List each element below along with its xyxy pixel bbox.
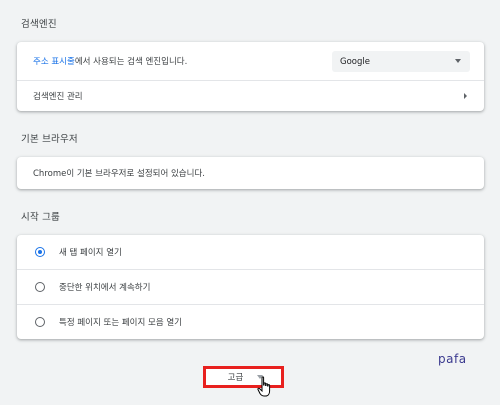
search-engine-card: 주소 표시줄 에서 사용되는 검색 엔진입니다. Google 검색엔진 관리 xyxy=(17,42,484,111)
chevron-down-icon xyxy=(455,59,461,63)
search-engine-description: 에서 사용되는 검색 엔진입니다. xyxy=(74,57,188,67)
watermark-text: pafa xyxy=(438,352,467,366)
manage-search-engines-label: 검색엔진 관리 xyxy=(33,92,83,102)
radio-checked-icon[interactable] xyxy=(35,247,45,257)
default-browser-status: Chrome이 기본 브라우저로 설정되어 있습니다. xyxy=(33,169,205,179)
startup-option-continue[interactable]: 중단한 위치에서 계속하기 xyxy=(17,269,484,304)
manage-search-engines-row[interactable]: 검색엔진 관리 xyxy=(17,80,484,111)
radio-unchecked-icon[interactable] xyxy=(35,317,45,327)
chevron-right-icon xyxy=(464,93,467,99)
startup-card: 새 탭 페이지 열기 중단한 위치에서 계속하기 특정 페이지 또는 페이지 모… xyxy=(17,235,484,339)
address-bar-link[interactable]: 주소 표시줄 xyxy=(33,55,75,67)
search-engine-selected-value: Google xyxy=(340,56,370,67)
startup-option-label: 새 탭 페이지 열기 xyxy=(59,248,122,258)
default-browser-section-title: 기본 브라우저 xyxy=(21,134,78,145)
startup-option-specific-pages[interactable]: 특정 페이지 또는 페이지 모음 열기 xyxy=(17,304,484,339)
hand-cursor-icon xyxy=(257,376,271,397)
search-engine-select[interactable]: Google xyxy=(332,51,470,72)
radio-unchecked-icon[interactable] xyxy=(35,282,45,292)
default-browser-card: Chrome이 기본 브라우저로 설정되어 있습니다. xyxy=(17,157,484,189)
startup-section-title: 시작 그룹 xyxy=(21,212,60,223)
startup-option-new-tab[interactable]: 새 탭 페이지 열기 xyxy=(17,235,484,269)
advanced-button-label: 고급 xyxy=(227,373,244,383)
search-engine-row: 주소 표시줄 에서 사용되는 검색 엔진입니다. Google xyxy=(17,42,484,80)
search-engine-section-title: 검색엔진 xyxy=(21,19,57,30)
default-browser-row: Chrome이 기본 브라우저로 설정되어 있습니다. xyxy=(17,157,484,189)
startup-option-label: 특정 페이지 또는 페이지 모음 열기 xyxy=(59,318,182,328)
startup-option-label: 중단한 위치에서 계속하기 xyxy=(59,283,151,293)
